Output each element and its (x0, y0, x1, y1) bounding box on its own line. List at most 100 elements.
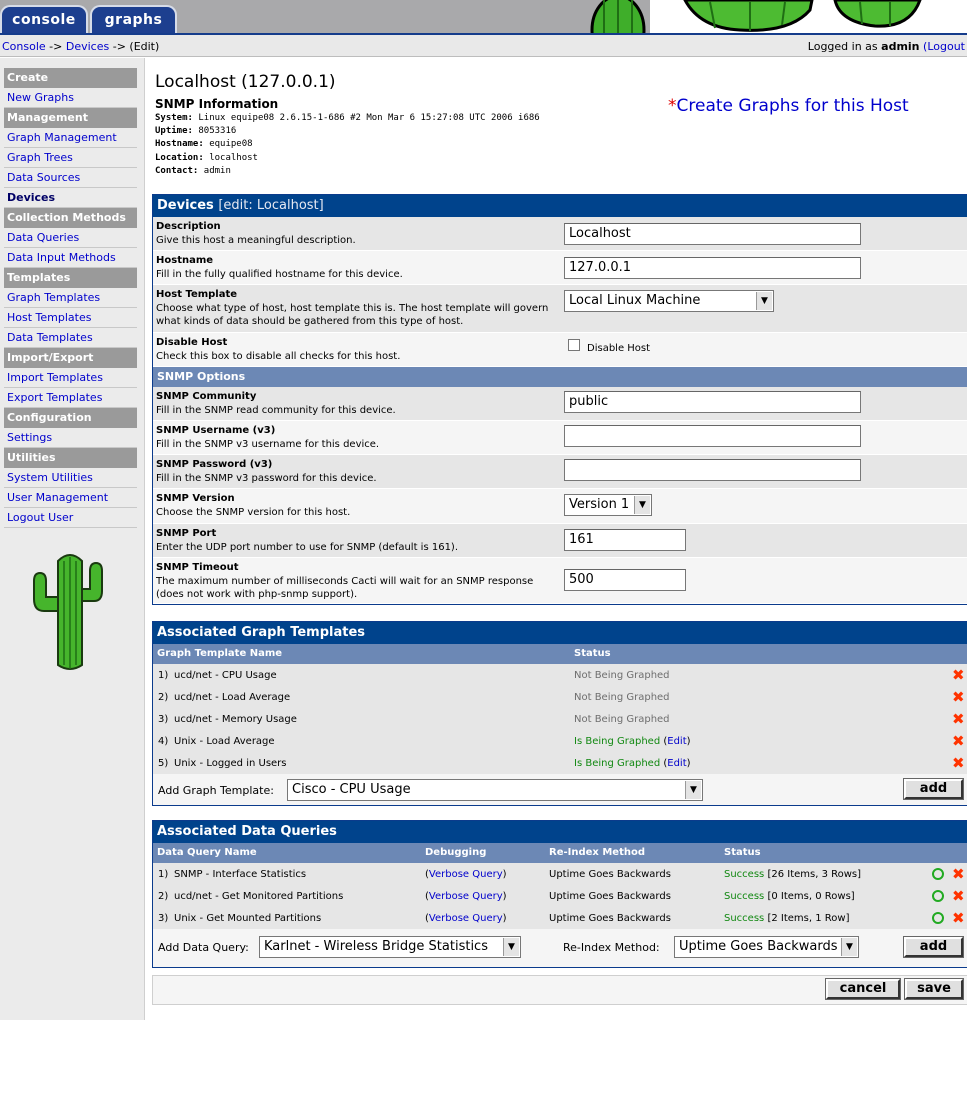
reindex-method-select[interactable]: Uptime Goes Backwards ▼ (674, 936, 859, 958)
description-input[interactable]: Localhost (564, 223, 861, 245)
sidebar-item[interactable]: Devices (4, 188, 137, 208)
sidebar-item[interactable]: Settings (4, 428, 137, 448)
row-number: 5) (158, 758, 169, 769)
graph-status: Not Being Graphed (574, 692, 670, 703)
tab-graphs[interactable]: graphs (90, 5, 177, 33)
disable-host-checkbox[interactable] (568, 339, 580, 351)
chevron-down-icon: ▼ (634, 496, 650, 514)
hostname-input[interactable]: 127.0.0.1 (564, 257, 861, 279)
delete-icon[interactable]: ✖ (952, 712, 965, 727)
snmp-password-label: SNMP Password (v3) (156, 459, 273, 470)
delete-icon[interactable]: ✖ (952, 734, 965, 749)
create-graphs-link[interactable]: Create Graphs for this Host (677, 96, 909, 116)
add-data-query-button[interactable]: add (903, 936, 964, 958)
logout-link[interactable]: (Logout (923, 40, 965, 53)
snmp-info-line: Contact: admin (155, 165, 231, 176)
status-text: Is Being Graphed (574, 736, 661, 747)
graph-status: Not Being Graphed (574, 714, 670, 725)
disable-host-help: Check this box to disable all checks for… (156, 351, 401, 362)
breadcrumb-current: (Edit) (129, 40, 160, 53)
graph-templates-header: Associated Graph Templates (153, 622, 967, 644)
login-status: Logged in as admin (Logout (808, 40, 965, 53)
host-template-select[interactable]: Local Linux Machine ▼ (564, 290, 774, 312)
snmp-community-input[interactable]: public (564, 391, 861, 413)
row-number: 4) (158, 736, 169, 747)
graph-templates-list: 1) ucd/net - CPU Usage Not Being Graphed ✖ 2… (153, 664, 967, 774)
snmp-port-row: SNMP Port Enter the UDP port number to u… (153, 524, 967, 558)
sidebar-item[interactable]: Data Templates (4, 328, 137, 348)
add-graph-template-select[interactable]: Cisco - CPU Usage ▼ (287, 779, 703, 801)
verbose-query-link[interactable]: Verbose Query (429, 891, 503, 902)
save-button[interactable]: save (904, 978, 964, 1000)
snmp-version-select[interactable]: Version 1 ▼ (564, 494, 652, 516)
data-query-name: SNMP - Interface Statistics (174, 869, 307, 880)
graph-template-name: Unix - Logged in Users (174, 758, 287, 769)
delete-icon[interactable]: ✖ (952, 668, 965, 683)
sidebar-item[interactable]: User Management (4, 488, 137, 508)
row-number: 1) (158, 670, 169, 681)
col-debugging: Debugging (425, 847, 487, 858)
sidebar-item[interactable]: Host Templates (4, 308, 137, 328)
sidebar-item[interactable]: Graph Templates (4, 288, 137, 308)
snmp-info-line: Location: localhost (155, 152, 258, 163)
snmp-version-label: SNMP Version (156, 493, 235, 504)
host-template-label: Host Template (156, 289, 238, 300)
sidebar-item[interactable]: System Utilities (4, 468, 137, 488)
delete-icon[interactable]: ✖ (952, 867, 965, 882)
debugging-cell: (Verbose Query) (425, 913, 507, 924)
host-template-row: Host Template Choose what type of host, … (153, 285, 967, 333)
add-graph-template-button[interactable]: add (903, 778, 964, 800)
sidebar-section-header: Utilities (4, 448, 137, 468)
add-data-query-select[interactable]: Karlnet - Wireless Bridge Statistics ▼ (259, 936, 521, 958)
sidebar-section-header: Collection Methods (4, 208, 137, 228)
snmp-username-input[interactable] (564, 425, 861, 447)
verbose-query-link[interactable]: Verbose Query (429, 869, 503, 880)
delete-icon[interactable]: ✖ (952, 889, 965, 904)
delete-icon[interactable]: ✖ (952, 756, 965, 771)
sidebar-item[interactable]: Graph Trees (4, 148, 137, 168)
breadcrumb-devices[interactable]: Devices (66, 40, 109, 53)
graph-templates-column-headers: Graph Template Name Status (153, 644, 967, 664)
add-data-query-row: Add Data Query: Karlnet - Wireless Bridg… (153, 929, 967, 967)
sidebar-item[interactable]: Logout User (4, 508, 137, 528)
data-query-name: ucd/net - Get Monitored Partitions (174, 891, 344, 902)
add-data-query-label: Add Data Query: (158, 941, 249, 954)
devices-title: Devices (157, 198, 214, 213)
breadcrumb-separator: -> (49, 40, 63, 53)
sidebar-item[interactable]: Data Queries (4, 228, 137, 248)
tab-console[interactable]: console (0, 5, 88, 33)
reload-query-icon[interactable] (932, 890, 944, 902)
sidebar-item[interactable]: New Graphs (4, 88, 137, 108)
delete-icon[interactable]: ✖ (952, 690, 965, 705)
status-text: Success (724, 913, 765, 924)
host-template-help: Choose what type of host, host template … (156, 303, 549, 327)
edit-link[interactable]: Edit (667, 736, 686, 747)
snmp-password-input[interactable] (564, 459, 861, 481)
breadcrumb-console[interactable]: Console (2, 40, 46, 53)
snmp-port-input[interactable]: 161 (564, 529, 686, 551)
snmp-info-heading: SNMP Information (155, 97, 279, 111)
sidebar-item[interactable]: Data Input Methods (4, 248, 137, 268)
snmp-password-row: SNMP Password (v3) Fill in the SNMP v3 p… (153, 455, 967, 489)
verbose-query-link[interactable]: Verbose Query (429, 913, 503, 924)
table-row: 1) SNMP - Interface Statistics (Verbose Qu… (153, 863, 967, 885)
reload-query-icon[interactable] (932, 912, 944, 924)
sidebar-item[interactable]: Export Templates (4, 388, 137, 408)
snmp-password-help: Fill in the SNMP v3 password for this de… (156, 473, 377, 484)
cancel-button[interactable]: cancel (825, 978, 901, 1000)
disable-host-checkbox-label: Disable Host (587, 343, 651, 354)
snmp-timeout-input[interactable]: 500 (564, 569, 686, 591)
add-graph-template-label: Add Graph Template: (158, 784, 274, 797)
table-row: 3) ucd/net - Memory Usage Not Being Graphe… (153, 708, 967, 730)
cacti-logo (33, 554, 103, 670)
edit-link[interactable]: Edit (667, 758, 686, 769)
snmp-community-help: Fill in the SNMP read community for this… (156, 405, 396, 416)
delete-icon[interactable]: ✖ (952, 911, 965, 926)
query-status: Success [0 Items, 0 Rows] (724, 891, 855, 902)
sidebar-item[interactable]: Data Sources (4, 168, 137, 188)
sidebar-item[interactable]: Graph Management (4, 128, 137, 148)
sidebar-item[interactable]: Import Templates (4, 368, 137, 388)
description-row: Description Give this host a meaningful … (153, 217, 967, 251)
reload-query-icon[interactable] (932, 868, 944, 880)
snmp-username-row: SNMP Username (v3) Fill in the SNMP v3 u… (153, 421, 967, 455)
